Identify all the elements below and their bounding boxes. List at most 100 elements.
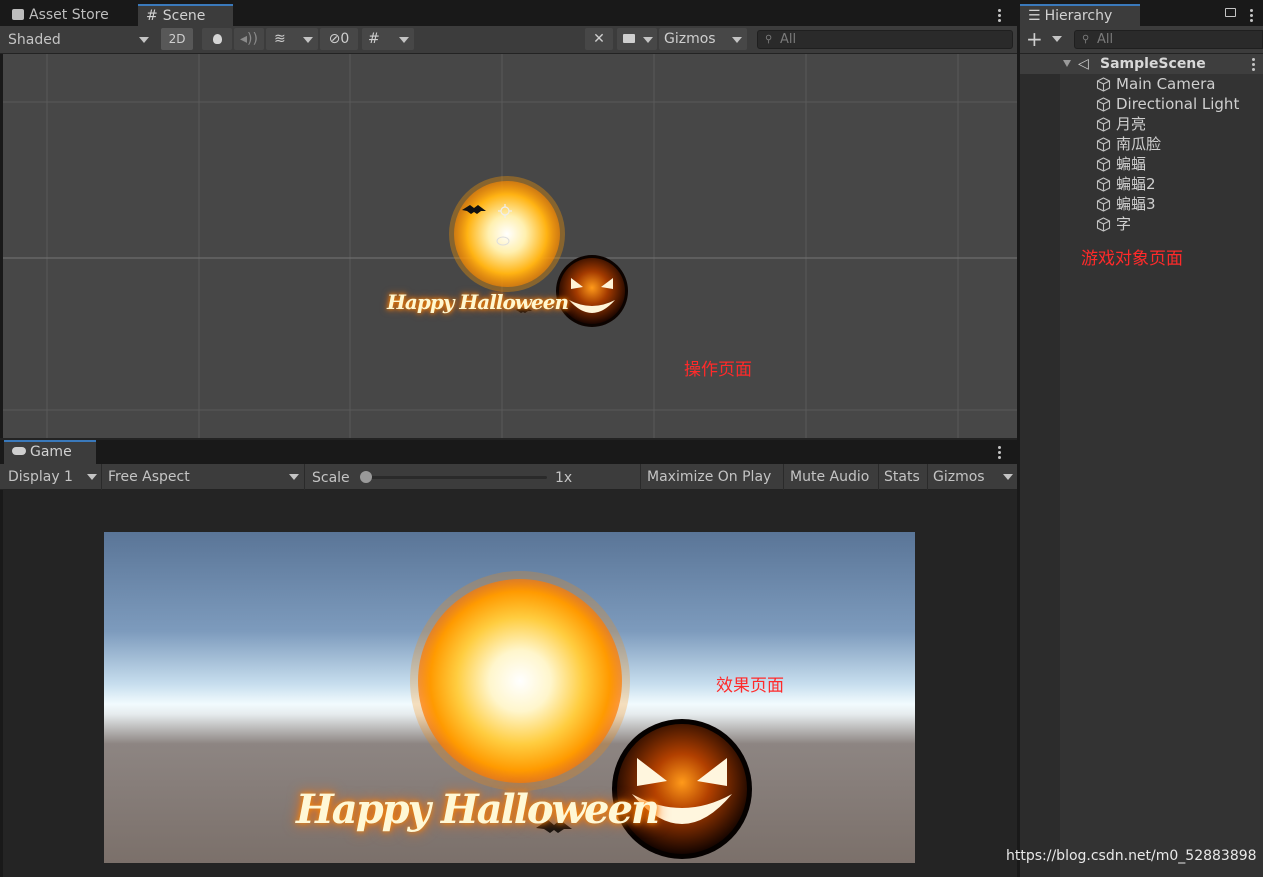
gameobject-cube-icon — [1096, 97, 1111, 112]
audio-toggle-button[interactable]: ◂)) — [234, 28, 264, 50]
gameobject-cube-icon — [1096, 177, 1111, 192]
hierarchy-item-directional-light[interactable]: Directional Light — [1096, 94, 1239, 114]
hierarchy-search-input[interactable]: ⚲ All — [1074, 30, 1263, 49]
tools-icon: ✕ — [593, 31, 605, 47]
hierarchy-tabbar: ☰ Hierarchy — [1020, 0, 1263, 26]
game-gizmos-dropdown[interactable]: Gizmos — [933, 467, 1015, 487]
game-menu-icon[interactable] — [998, 446, 1002, 460]
maximize-on-play-toggle[interactable]: Maximize On Play — [647, 467, 771, 487]
chevron-down-icon — [289, 474, 299, 480]
game-render[interactable]: Happy Halloween 效果页面 — [104, 532, 915, 863]
game-toolbar: Display 1 Free Aspect Scale 1x Maximize … — [0, 464, 1017, 490]
camera-dropdown[interactable] — [617, 28, 657, 50]
unity-scene-icon: ◁ — [1078, 56, 1089, 72]
lighting-toggle-button[interactable] — [202, 28, 232, 50]
shading-mode-dropdown[interactable]: Shaded — [8, 30, 153, 50]
scene-viewport[interactable]: Happy Halloween 操作页面 — [3, 54, 1017, 438]
scene-tabbar: Asset Store # Scene — [0, 0, 1017, 26]
hierarchy-annotation: 游戏对象页面 — [1081, 249, 1183, 269]
hierarchy-item-bat-3[interactable]: 蝙蝠3 — [1096, 194, 1156, 214]
pumpkin-sprite[interactable] — [559, 258, 625, 324]
game-halloween-text: Happy Halloween — [296, 786, 660, 833]
chevron-down-icon — [732, 37, 742, 43]
scene-menu-icon[interactable] — [998, 9, 1002, 23]
chevron-down-icon — [87, 474, 97, 480]
scene-visibility-toggle[interactable]: ⊘0 — [320, 28, 358, 50]
hierarchy-item-text[interactable]: 字 — [1096, 214, 1131, 234]
gameobject-cube-icon — [1096, 137, 1111, 152]
gamepad-icon — [12, 447, 26, 455]
eye-hidden-icon: ⊘ — [328, 31, 341, 47]
tab-hierarchy[interactable]: ☰ Hierarchy — [1020, 4, 1140, 26]
stats-toggle[interactable]: Stats — [884, 467, 920, 487]
chevron-down-icon — [303, 37, 313, 43]
tab-game[interactable]: Game — [4, 440, 96, 464]
hierarchy-item-moon[interactable]: 月亮 — [1096, 114, 1146, 134]
display-dropdown[interactable]: Display 1 — [8, 467, 100, 487]
moon-sprite[interactable] — [454, 181, 560, 287]
scale-slider[interactable] — [360, 471, 547, 483]
chevron-down-icon — [1052, 36, 1063, 42]
toolbar-divider — [640, 464, 641, 490]
toolbar-divider — [783, 464, 784, 490]
search-icon: ⚲ — [1082, 34, 1090, 45]
asset-store-icon — [12, 9, 24, 20]
scene-search-input[interactable]: ⚲ All — [757, 30, 1013, 49]
add-object-button[interactable]: + — [1026, 27, 1063, 51]
gameobject-cube-icon — [1096, 117, 1111, 132]
hierarchy-tree-area — [1060, 54, 1263, 877]
mute-audio-toggle[interactable]: Mute Audio — [790, 467, 869, 487]
list-icon: ☰ — [1028, 8, 1041, 24]
gameobject-cube-icon — [1096, 217, 1111, 232]
scene-toolbar: Shaded 2D ◂)) ≋ ⊘0 # ✕ Gizmos ⚲ All — [0, 26, 1017, 54]
scale-value: 1x — [555, 470, 573, 486]
expand-arrow-icon[interactable] — [1063, 60, 1071, 67]
hierarchy-item-main-camera[interactable]: Main Camera — [1096, 74, 1215, 94]
grid-icon: # — [368, 31, 380, 47]
hierarchy-item-pumpkin[interactable]: 南瓜脸 — [1096, 134, 1161, 154]
scale-slider-handle[interactable] — [360, 471, 372, 483]
toolbar-divider — [927, 464, 928, 490]
scene-gizmos-dropdown[interactable]: Gizmos — [659, 28, 747, 50]
moon-sprite — [418, 579, 622, 783]
hierarchy-item-bat-2[interactable]: 蝙蝠2 — [1096, 174, 1156, 194]
hierarchy-toolbar: + ⚲ All — [1020, 26, 1263, 54]
hierarchy-item-bat[interactable]: 蝙蝠 — [1096, 154, 1146, 174]
toggle-2d-button[interactable]: 2D — [161, 28, 193, 50]
toolbar-divider — [101, 464, 102, 490]
gameobject-cube-icon — [1096, 157, 1111, 172]
camera-icon — [623, 34, 635, 43]
grid-hash-icon: # — [146, 8, 158, 24]
gameobject-cube-icon — [1096, 77, 1111, 92]
game-tabbar: Game — [0, 440, 1017, 464]
grid-snap-dropdown[interactable]: # — [362, 28, 414, 50]
scene-row-menu-icon[interactable] — [1252, 58, 1256, 72]
speaker-icon: ◂)) — [240, 31, 258, 47]
scene-annotation: 操作页面 — [684, 360, 752, 380]
chevron-down-icon — [139, 37, 149, 43]
scene-row[interactable]: ◁ SampleScene — [1020, 54, 1263, 74]
lock-icon[interactable] — [1225, 8, 1236, 17]
chevron-down-icon — [1003, 474, 1013, 480]
gameobject-cube-icon — [1096, 197, 1111, 212]
scene-sprites — [449, 176, 628, 327]
tools-button[interactable]: ✕ — [585, 28, 613, 50]
game-annotation: 效果页面 — [716, 676, 784, 696]
scene-name: SampleScene — [1100, 56, 1206, 72]
plus-icon: + — [1026, 27, 1043, 51]
chevron-down-icon — [643, 37, 653, 43]
lightbulb-icon — [212, 34, 222, 44]
toolbar-divider — [304, 464, 305, 490]
tab-asset-store[interactable]: Asset Store — [4, 4, 135, 26]
layers-icon: ≋ — [274, 31, 286, 47]
aspect-dropdown[interactable]: Free Aspect — [108, 467, 301, 487]
scene-halloween-text-sprite[interactable]: Happy Halloween — [387, 290, 569, 314]
watermark: https://blog.csdn.net/m0_52883898 — [1006, 848, 1257, 864]
toolbar-divider — [878, 464, 879, 490]
scale-label: Scale — [312, 470, 350, 486]
chevron-down-icon — [399, 37, 409, 43]
hierarchy-menu-icon[interactable] — [1250, 9, 1254, 23]
tab-scene[interactable]: # Scene — [138, 4, 233, 26]
effects-dropdown[interactable]: ≋ — [266, 28, 318, 50]
search-icon: ⚲ — [765, 34, 773, 45]
